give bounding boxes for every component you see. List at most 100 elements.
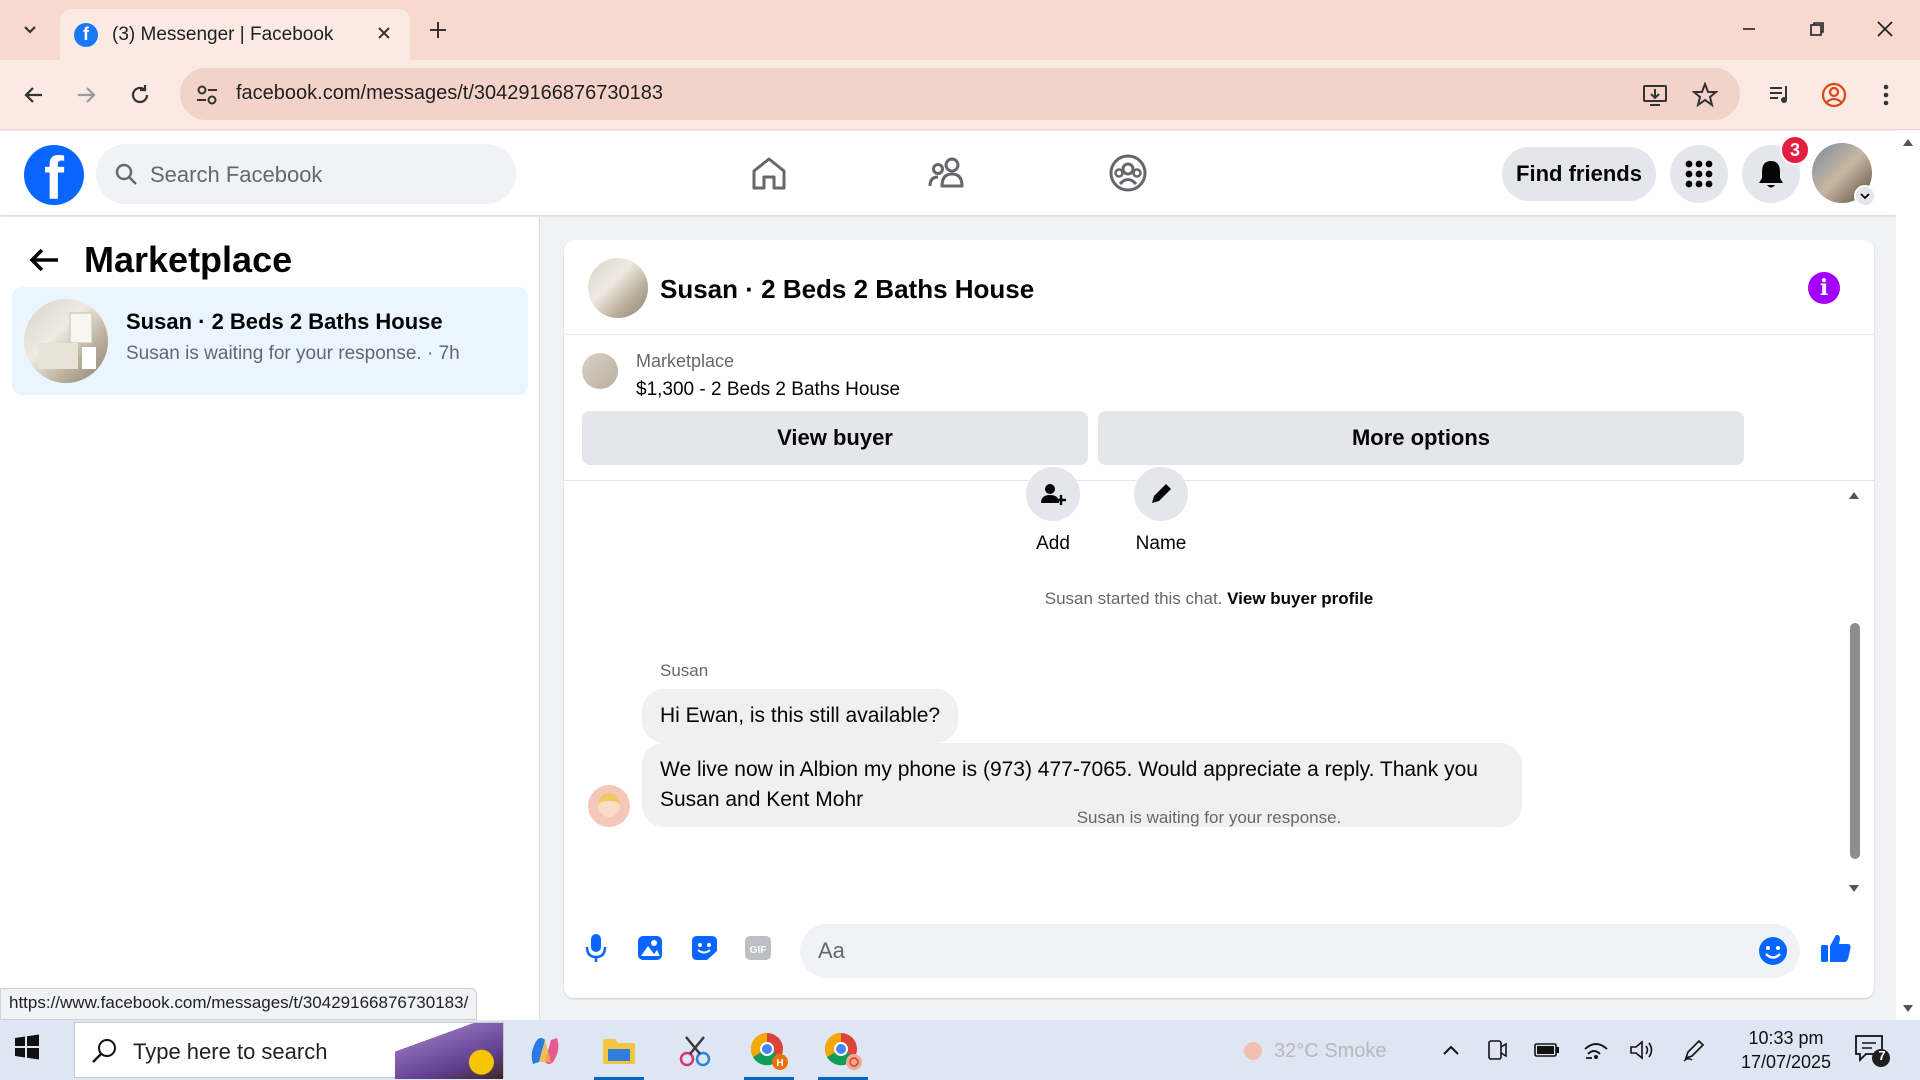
conversation-item[interactable]: Susan · 2 Beds 2 Baths House Susan is wa…	[12, 287, 528, 395]
back-button[interactable]	[14, 75, 54, 115]
site-settings-icon[interactable]	[194, 82, 220, 108]
more-options-button[interactable]: More options	[1098, 411, 1744, 465]
browser-tab-bar: f (3) Messenger | Facebook	[0, 0, 1920, 60]
browser-toolbar: facebook.com/messages/t/3042916687673018…	[0, 60, 1920, 130]
facebook-logo[interactable]: f	[24, 145, 84, 205]
url-text[interactable]: facebook.com/messages/t/3042916687673018…	[236, 82, 663, 105]
gif-icon: GIF	[745, 936, 771, 960]
more-vertical-icon	[1883, 84, 1889, 106]
search-icon	[92, 1039, 116, 1063]
new-tab-button[interactable]	[420, 12, 456, 48]
tab-close-button[interactable]	[372, 21, 396, 45]
notification-center-button[interactable]: 7	[1852, 1032, 1892, 1068]
windows-taskbar: Type here to search H 32°C Smoke 10:33 p…	[0, 1020, 1920, 1080]
page-scrollbar[interactable]	[1896, 131, 1920, 1020]
message-input[interactable]: Aa	[800, 924, 1800, 978]
chrome-profile-h-app-button[interactable]: H	[738, 1026, 800, 1080]
chevron-down-icon	[1854, 185, 1876, 207]
like-button[interactable]	[1818, 930, 1854, 966]
weather-widget[interactable]: 32°C Smoke	[1240, 1038, 1387, 1064]
taskbar-clock[interactable]: 10:33 pm 17/07/2025	[1736, 1026, 1836, 1074]
chat-started-text: Susan started this chat.	[1044, 589, 1223, 608]
bell-icon	[1759, 161, 1783, 188]
battery-indicator[interactable]	[1530, 1036, 1564, 1064]
snipping-tool-app-button[interactable]	[664, 1026, 726, 1076]
scroll-down-arrow-icon[interactable]	[1846, 883, 1862, 899]
meet-now-button[interactable]	[1482, 1036, 1512, 1064]
restore-icon	[1810, 22, 1824, 36]
address-bar[interactable]: facebook.com/messages/t/3042916687673018…	[180, 68, 1740, 120]
groups-icon	[1109, 154, 1147, 192]
chevron-down-icon	[24, 26, 36, 34]
media-controls-button[interactable]	[1760, 75, 1800, 115]
install-icon	[1643, 85, 1667, 106]
name-label: Name	[1135, 533, 1187, 554]
find-friends-button[interactable]: Find friends	[1502, 147, 1656, 201]
thumbs-up-icon	[1821, 934, 1851, 962]
volume-indicator[interactable]	[1626, 1036, 1658, 1064]
tab-title: (3) Messenger | Facebook	[112, 23, 334, 45]
file-explorer-app-button[interactable]	[588, 1026, 650, 1080]
listing-title[interactable]: $1,300 - 2 Beds 2 Baths House	[636, 379, 900, 401]
install-app-button[interactable]	[1640, 80, 1670, 110]
emoji-icon[interactable]	[1758, 936, 1788, 966]
nav-friends-button[interactable]	[926, 151, 970, 195]
view-buyer-button[interactable]: View buyer	[582, 411, 1088, 465]
attach-photo-button[interactable]	[632, 930, 668, 966]
close-window-button[interactable]	[1860, 6, 1910, 52]
bookmark-button[interactable]	[1690, 80, 1720, 110]
profile-button[interactable]	[1814, 75, 1854, 115]
speaker-icon	[1630, 1040, 1653, 1060]
listing-thumbnail	[24, 299, 108, 383]
thread-scrollbar[interactable]	[1846, 489, 1862, 899]
taskbar-search-box[interactable]: Type here to search	[74, 1022, 504, 1079]
weather-icon	[1244, 1042, 1262, 1060]
nav-home-button[interactable]	[747, 151, 791, 195]
chrome-active-app-button[interactable]	[812, 1026, 874, 1080]
add-action[interactable]: Add	[1003, 467, 1103, 555]
browser-menu-button[interactable]	[1866, 75, 1906, 115]
forward-button[interactable]	[66, 75, 106, 115]
pencil-icon	[1134, 467, 1188, 521]
account-avatar[interactable]	[1812, 143, 1876, 207]
close-icon	[378, 27, 390, 39]
svg-text:GIF: GIF	[750, 945, 767, 956]
plus-icon	[430, 22, 446, 38]
tab-search-button[interactable]	[10, 10, 50, 50]
reload-icon	[131, 85, 149, 104]
start-button[interactable]	[14, 1034, 58, 1066]
sender-name: Susan	[660, 661, 709, 680]
copilot-app-button[interactable]	[514, 1026, 576, 1076]
search-highlight-image	[395, 1023, 503, 1079]
scrollbar-thumb[interactable]	[1850, 623, 1860, 859]
marketplace-listing-card: Marketplace $1,300 - 2 Beds 2 Baths Hous…	[564, 335, 1874, 481]
folder-icon	[603, 1039, 635, 1064]
back-button[interactable]	[24, 240, 64, 280]
menu-button[interactable]	[1670, 145, 1728, 203]
chat-listing-avatar[interactable]	[588, 258, 648, 318]
pen-menu-button[interactable]	[1678, 1036, 1710, 1064]
windows-logo-icon	[15, 1034, 39, 1060]
listing-thumbnail[interactable]	[582, 353, 618, 389]
search-placeholder: Search Facebook	[150, 162, 323, 187]
browser-tab-messenger[interactable]: f (3) Messenger | Facebook	[60, 9, 410, 60]
name-action[interactable]: Name	[1111, 467, 1211, 555]
reload-button[interactable]	[120, 75, 160, 115]
svg-text:H: H	[776, 1058, 783, 1069]
message-bubble[interactable]: Hi Ewan, is this still available?	[642, 689, 959, 743]
minimize-button[interactable]	[1724, 6, 1774, 52]
facebook-search-bar[interactable]: Search Facebook	[96, 144, 516, 204]
sticker-button[interactable]	[686, 930, 722, 966]
network-indicator[interactable]	[1580, 1036, 1612, 1064]
media-queue-icon	[1770, 86, 1787, 103]
chat-title[interactable]: Susan · 2 Beds 2 Baths House	[660, 274, 1034, 305]
view-buyer-profile-link[interactable]: View buyer profile	[1227, 589, 1373, 608]
gif-button[interactable]: GIF	[740, 930, 776, 966]
show-hidden-icons-button[interactable]	[1436, 1036, 1466, 1064]
voice-clip-button[interactable]	[578, 930, 614, 966]
scroll-up-arrow-icon[interactable]	[1846, 489, 1862, 505]
info-button[interactable]: i	[1808, 272, 1840, 304]
chevron-up-icon	[1443, 1045, 1459, 1055]
restore-button[interactable]	[1792, 6, 1842, 52]
nav-groups-button[interactable]	[1106, 151, 1150, 195]
